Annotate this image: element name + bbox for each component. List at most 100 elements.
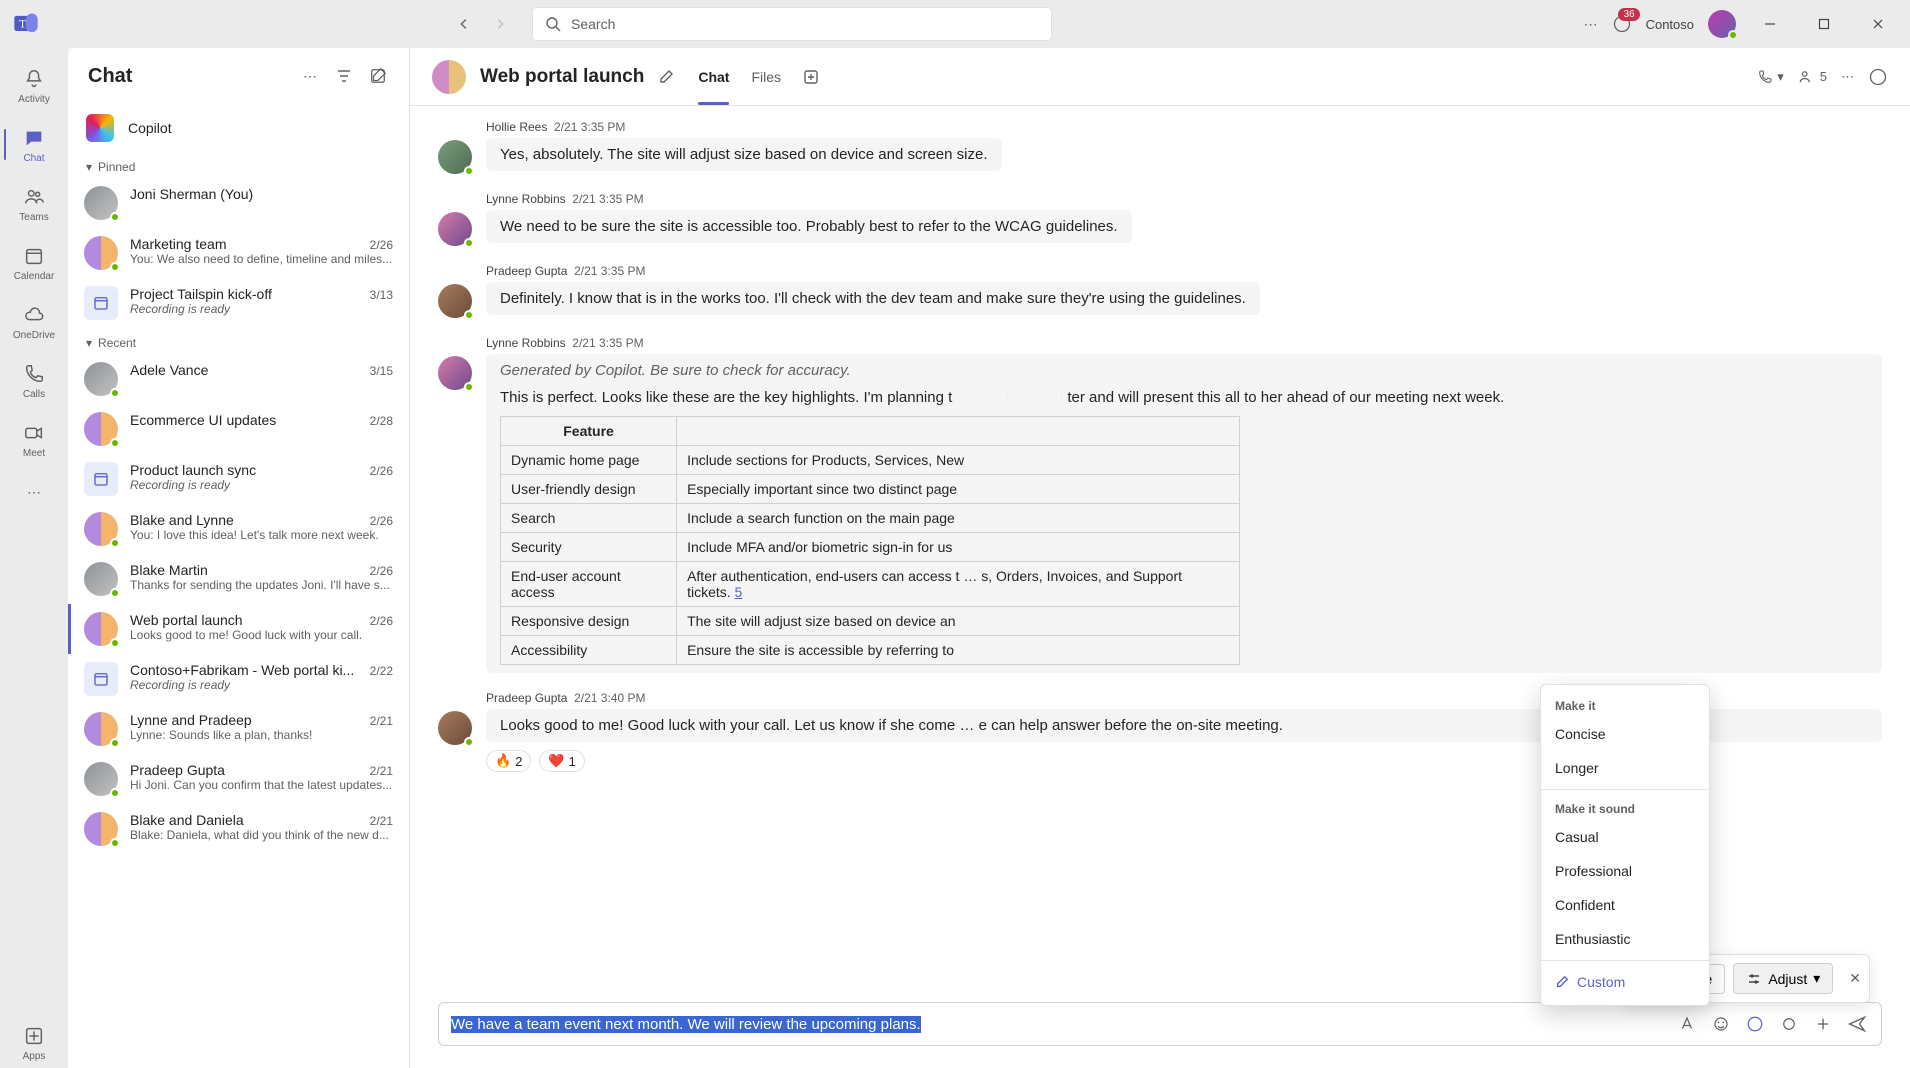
chat-list-item[interactable]: Web portal launch2/26Looks good to me! G… [68, 604, 409, 654]
section-recent-header[interactable]: ▾ Recent [68, 328, 409, 354]
chat-list-item[interactable]: Lynne and Pradeep2/21Lynne: Sounds like … [68, 704, 409, 754]
cloud-icon [21, 302, 47, 328]
chat-list-item[interactable]: Adele Vance3/15 [68, 354, 409, 404]
chat-list-item[interactable]: Blake Martin2/26Thanks for sending the u… [68, 554, 409, 604]
rail-calendar[interactable]: Calendar [4, 237, 64, 288]
section-pinned-header[interactable]: ▾ Pinned [68, 152, 409, 178]
table-row: Responsive designThe site will adjust si… [501, 607, 1240, 636]
chat-list-item[interactable]: Pradeep Gupta2/21Hi Joni. Can you confir… [68, 754, 409, 804]
more-icon[interactable]: ⋯ [1584, 16, 1598, 33]
people-count[interactable]: 5 [1798, 68, 1827, 86]
rail-chat[interactable]: Chat [4, 119, 64, 170]
table-cell: Include a search function on the main pa… [677, 504, 1240, 533]
table-header: Feature [501, 417, 677, 446]
copilot-compose-icon[interactable] [1743, 1012, 1767, 1036]
search-placeholder: Search [571, 16, 615, 32]
avatar [84, 186, 118, 220]
rail-more[interactable]: ⋯ [4, 473, 64, 511]
tab-chat[interactable]: Chat [698, 48, 729, 105]
bell-icon [21, 66, 47, 92]
message-meta: Lynne Robbins 2/21 3:35 PM [486, 192, 1882, 206]
new-chat-icon[interactable] [365, 63, 391, 89]
profile-avatar[interactable] [1708, 10, 1736, 38]
menu-confident[interactable]: Confident [1541, 888, 1709, 922]
chat-list-item[interactable]: Contoso+Fabrikam - Web portal ki...2/22R… [68, 654, 409, 704]
plus-icon[interactable] [1811, 1012, 1835, 1036]
nav-back-button[interactable] [448, 8, 480, 40]
tab-add[interactable] [803, 48, 819, 105]
chat-list-item[interactable]: Marketing team2/26You: We also need to d… [68, 228, 409, 278]
reaction-fire[interactable]: 🔥 2 [486, 750, 531, 772]
window-maximize-button[interactable] [1804, 8, 1844, 40]
avatar [438, 212, 472, 246]
message-meta: Pradeep Gupta 2/21 3:35 PM [486, 264, 1882, 278]
tab-files[interactable]: Files [751, 48, 781, 105]
menu-header: Make it [1541, 691, 1709, 717]
menu-enthusiastic[interactable]: Enthusiastic [1541, 922, 1709, 956]
avatar [438, 140, 472, 174]
chat-item-name: Project Tailspin kick-off [130, 286, 362, 302]
table-header [677, 417, 1240, 446]
rail-teams[interactable]: Teams [4, 178, 64, 229]
chat-item-name: Blake and Lynne [130, 512, 362, 528]
chat-list-item[interactable]: Blake and Daniela2/21Blake: Daniela, wha… [68, 804, 409, 854]
menu-concise[interactable]: Concise [1541, 717, 1709, 751]
loop-icon[interactable] [1777, 1012, 1801, 1036]
copilot-entry[interactable]: Copilot [68, 104, 409, 152]
chat-list-item[interactable]: Project Tailspin kick-off3/13Recording i… [68, 278, 409, 328]
copilot-pane-icon[interactable] [1868, 67, 1888, 87]
chat-item-name: Marketing team [130, 236, 362, 252]
rail-onedrive[interactable]: OneDrive [4, 296, 64, 347]
rail-apps[interactable]: Apps [4, 1017, 64, 1068]
rail-calls[interactable]: Calls [4, 355, 64, 406]
reaction-heart[interactable]: ❤️ 1 [539, 750, 584, 772]
avatar [438, 356, 472, 390]
rail-meet[interactable]: Meet [4, 414, 64, 465]
message-bubble: Generated by Copilot. Be sure to check f… [486, 354, 1882, 673]
chat-list-item[interactable]: Product launch sync2/26Recording is read… [68, 454, 409, 504]
window-close-button[interactable] [1858, 8, 1898, 40]
format-icon[interactable] [1675, 1012, 1699, 1036]
chat-item-preview: Blake: Daniela, what did you think of th… [130, 828, 393, 842]
menu-custom[interactable]: Custom [1541, 965, 1709, 999]
table-row: SecurityInclude MFA and/or biometric sig… [501, 533, 1240, 562]
rail-activity[interactable]: Activity [4, 60, 64, 111]
menu-longer[interactable]: Longer [1541, 751, 1709, 785]
chat-more-icon[interactable]: ⋯ [297, 63, 323, 89]
chat-item-preview: You: We also need to define, timeline an… [130, 252, 393, 266]
message-meta: Hollie Rees 2/21 3:35 PM [486, 120, 1882, 134]
send-icon[interactable] [1845, 1012, 1869, 1036]
menu-professional[interactable]: Professional [1541, 854, 1709, 888]
table-cell: Especially important since two distinct … [677, 475, 1240, 504]
video-icon [21, 420, 47, 446]
calendar-icon [84, 462, 118, 496]
search-input[interactable]: Search [532, 7, 1052, 41]
compose-input[interactable]: We have a team event next month. We will… [451, 1016, 1665, 1033]
notifications-button[interactable]: 36 [1612, 14, 1632, 34]
chat-list-item[interactable]: Joni Sherman (You) [68, 178, 409, 228]
filter-icon[interactable] [331, 63, 357, 89]
table-cell: User-friendly design [501, 475, 677, 504]
conversation-header: Web portal launch Chat Files ▾ 5 ⋯ [410, 48, 1910, 106]
adjust-button[interactable]: Adjust ▾ [1733, 963, 1833, 994]
sliders-icon [1746, 971, 1762, 987]
people-icon [21, 184, 47, 210]
table-link[interactable]: 5 [735, 584, 743, 600]
org-label: Contoso [1646, 17, 1694, 32]
edit-title-icon[interactable] [658, 69, 674, 85]
table-cell: Include sections for Products, Services,… [677, 446, 1240, 475]
chevron-down-icon: ▾ [1813, 970, 1820, 987]
menu-casual[interactable]: Casual [1541, 820, 1709, 854]
call-dropdown[interactable]: ▾ [1757, 69, 1784, 85]
compose-box[interactable]: We have a team event next month. We will… [438, 1002, 1882, 1046]
chat-item-date: 2/26 [370, 514, 393, 528]
conv-more-icon[interactable]: ⋯ [1841, 69, 1854, 85]
chat-item-name: Web portal launch [130, 612, 362, 628]
chat-list-item[interactable]: Ecommerce UI updates2/28 [68, 404, 409, 454]
title-bar: T Search ⋯ 36 Contoso [0, 0, 1910, 48]
chat-list-item[interactable]: Blake and Lynne2/26You: I love this idea… [68, 504, 409, 554]
avatar [84, 362, 118, 396]
emoji-icon[interactable] [1709, 1012, 1733, 1036]
close-icon[interactable]: ✕ [1849, 970, 1861, 987]
window-minimize-button[interactable] [1750, 8, 1790, 40]
